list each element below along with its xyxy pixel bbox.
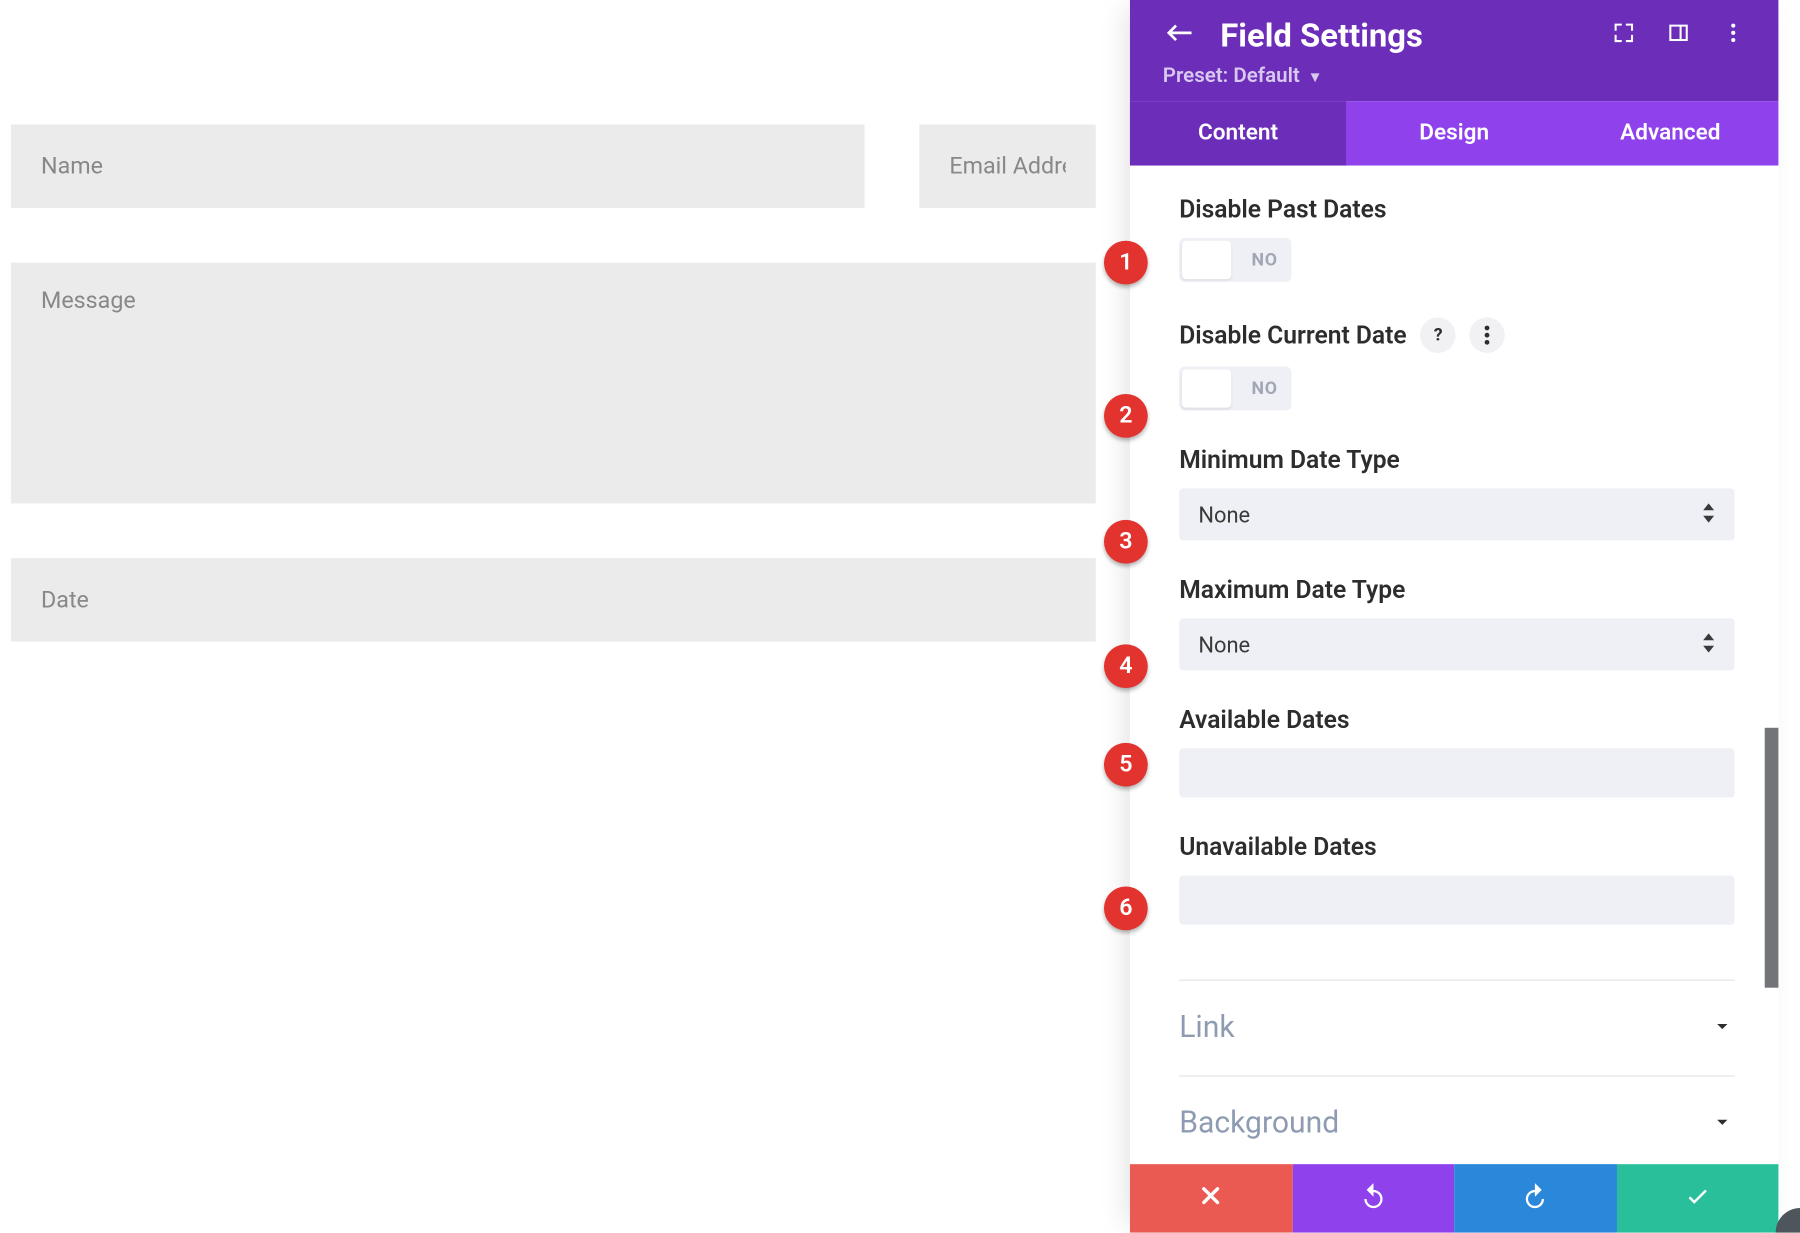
select-arrows-icon — [1702, 501, 1716, 527]
setting-max-date-type: Maximum Date Type None — [1179, 576, 1734, 670]
callout-badge-2: 2 — [1104, 394, 1148, 438]
close-icon — [1197, 1182, 1224, 1215]
callout-badge-5: 5 — [1104, 743, 1148, 787]
callout-badge-6: 6 — [1104, 886, 1148, 930]
save-button[interactable] — [1616, 1164, 1778, 1232]
dock-right-icon[interactable] — [1666, 21, 1691, 51]
chevron-down-icon — [1710, 1013, 1735, 1043]
setting-disable-current: Disable Current Date ? NO — [1179, 317, 1734, 410]
setting-label: Unavailable Dates — [1179, 833, 1376, 862]
accordion-background[interactable]: Background — [1179, 1075, 1734, 1154]
accordion-label: Background — [1179, 1107, 1339, 1141]
more-options-icon[interactable] — [1470, 317, 1506, 353]
select-min-date-type[interactable]: None — [1179, 488, 1734, 540]
callout-badge-3: 3 — [1104, 520, 1148, 564]
setting-label: Disable Past Dates — [1179, 196, 1386, 225]
input-available-dates[interactable] — [1179, 748, 1734, 797]
toggle-state: NO — [1252, 378, 1278, 399]
scrollbar-thumb[interactable] — [1765, 728, 1779, 988]
panel-footer — [1130, 1164, 1778, 1232]
toggle-disable-past[interactable]: NO — [1179, 238, 1291, 282]
resize-handle-icon[interactable] — [1776, 1208, 1800, 1233]
toggle-knob — [1182, 369, 1231, 407]
panel-header: Field Settings Preset: Default ▼ — [1130, 0, 1778, 101]
name-field[interactable] — [11, 124, 865, 207]
redo-button[interactable] — [1454, 1164, 1616, 1232]
toggle-disable-current[interactable]: NO — [1179, 367, 1291, 411]
email-field[interactable] — [919, 124, 1095, 207]
tab-content[interactable]: Content — [1130, 101, 1346, 165]
check-icon — [1684, 1182, 1711, 1215]
help-icon[interactable]: ? — [1420, 317, 1456, 353]
expand-icon[interactable] — [1612, 21, 1637, 51]
select-value: None — [1198, 631, 1250, 657]
preset-value: Default — [1233, 63, 1299, 88]
field-settings-panel: Field Settings Preset: Default ▼ Content… — [1130, 0, 1778, 1233]
preset-dropdown[interactable]: Preset: Default ▼ — [1163, 63, 1746, 88]
toggle-knob — [1182, 241, 1231, 279]
setting-label: Minimum Date Type — [1179, 446, 1400, 475]
tab-advanced[interactable]: Advanced — [1562, 101, 1778, 165]
kebab-icon[interactable] — [1721, 21, 1746, 51]
caret-down-icon: ▼ — [1308, 68, 1323, 86]
tab-design[interactable]: Design — [1346, 101, 1562, 165]
setting-unavailable-dates: Unavailable Dates — [1179, 833, 1734, 925]
setting-label: Available Dates — [1179, 706, 1349, 735]
undo-icon — [1359, 1182, 1386, 1215]
callout-badge-1: 1 — [1104, 241, 1148, 285]
panel-title: Field Settings — [1220, 16, 1587, 54]
select-arrows-icon — [1702, 631, 1716, 657]
message-field[interactable] — [11, 263, 1096, 504]
panel-body[interactable]: Disable Past Dates NO Disable Current Da… — [1130, 166, 1778, 1165]
preset-prefix: Preset: — [1163, 63, 1228, 88]
setting-label: Maximum Date Type — [1179, 576, 1405, 605]
setting-available-dates: Available Dates — [1179, 706, 1734, 798]
redo-icon — [1522, 1182, 1549, 1215]
select-max-date-type[interactable]: None — [1179, 618, 1734, 670]
accordion-label: Link — [1179, 1011, 1234, 1045]
date-field[interactable] — [11, 558, 1096, 641]
back-icon[interactable] — [1163, 16, 1196, 54]
chevron-down-icon — [1710, 1109, 1735, 1139]
cancel-button[interactable] — [1130, 1164, 1292, 1232]
callout-badge-4: 4 — [1104, 644, 1148, 688]
toggle-state: NO — [1252, 250, 1278, 271]
accordion-link[interactable]: Link — [1179, 979, 1734, 1075]
form-preview — [11, 124, 1096, 641]
setting-label: Disable Current Date — [1179, 321, 1406, 350]
undo-button[interactable] — [1292, 1164, 1454, 1232]
setting-disable-past: Disable Past Dates NO — [1179, 196, 1734, 282]
input-unavailable-dates[interactable] — [1179, 876, 1734, 925]
select-value: None — [1198, 501, 1250, 527]
panel-tabs: Content Design Advanced — [1130, 101, 1778, 165]
setting-min-date-type: Minimum Date Type None — [1179, 446, 1734, 540]
